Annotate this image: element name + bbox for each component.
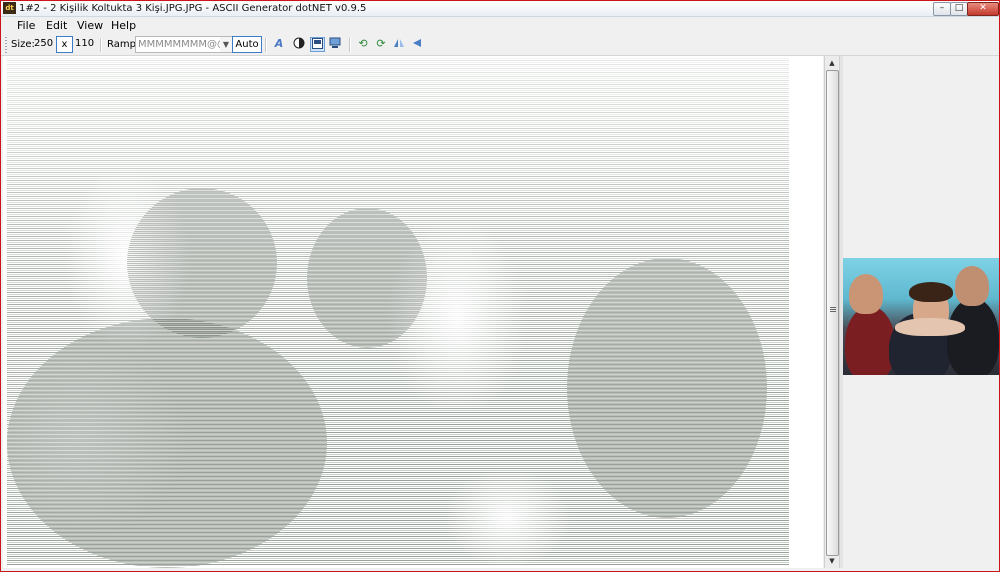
toolbar: Size: 250 x 110 Ramp: MMMMMMMM@@ ▼ Auto … — [1, 35, 999, 56]
save-image-icon[interactable] — [328, 37, 342, 51]
scrollbar-thumb[interactable] — [826, 70, 839, 556]
black-on-white-icon[interactable] — [310, 37, 325, 52]
source-photo-thumbnail — [843, 258, 999, 375]
window-title: 1#2 - 2 Kişilik Koltukta 3 Kişi.JPG.JPG … — [19, 3, 367, 14]
menu-file[interactable]: File — [17, 19, 35, 33]
ascii-art-image — [7, 58, 789, 568]
ramp-value: MMMMMMMM@@ — [138, 39, 228, 50]
maximize-button[interactable]: □ — [950, 2, 968, 16]
ascii-shade — [307, 208, 427, 348]
grip-icon — [830, 307, 836, 313]
close-button[interactable]: ✕ — [967, 2, 999, 16]
preview-panel — [843, 56, 999, 568]
photo-shape — [909, 282, 953, 302]
chevron-down-icon[interactable]: ▼ — [220, 37, 232, 52]
size-label: Size: — [11, 39, 35, 50]
width-field[interactable]: 250 — [34, 36, 54, 52]
photo-shape — [955, 266, 989, 306]
ascii-shade — [567, 258, 767, 518]
minimize-button[interactable]: – — [933, 2, 951, 16]
auto-ramp-button[interactable]: Auto — [232, 36, 262, 53]
ascii-generator-app-icon[interactable]: dt — [3, 2, 16, 14]
toolbar-grip[interactable] — [5, 37, 7, 53]
menu-view[interactable]: View — [77, 19, 103, 33]
scroll-up-icon[interactable]: ▲ — [825, 57, 839, 69]
vertical-scrollbar[interactable]: ▲ ▼ — [824, 56, 839, 568]
toolbar-separator — [349, 38, 351, 52]
menu-bar: File Edit View Help — [1, 17, 999, 35]
flip-horizontal-icon[interactable] — [392, 37, 406, 51]
ascii-shade — [7, 318, 327, 568]
toolbar-separator — [265, 38, 267, 52]
photo-shape — [947, 298, 999, 375]
size-lock-button[interactable]: x — [56, 36, 73, 53]
rotate-right-icon[interactable]: ⟳ — [374, 37, 388, 51]
ramp-combobox[interactable]: MMMMMMMM@@ ▼ — [135, 36, 233, 53]
app-window: dt 1#2 - 2 Kişilik Koltukta 3 Kişi.JPG.J… — [0, 0, 1000, 572]
height-field[interactable]: 110 — [75, 36, 95, 52]
menu-help[interactable]: Help — [111, 19, 136, 33]
flip-vertical-icon[interactable] — [410, 37, 424, 51]
scroll-down-icon[interactable]: ▼ — [825, 555, 839, 567]
photo-shape — [849, 274, 883, 314]
photo-shape — [845, 306, 895, 375]
rotate-left-icon[interactable]: ⟲ — [356, 37, 370, 51]
photo-shape — [895, 318, 965, 336]
font-icon[interactable]: A — [272, 37, 286, 51]
ascii-shade — [127, 188, 277, 338]
title-bar[interactable]: dt 1#2 - 2 Kişilik Koltukta 3 Kişi.JPG.J… — [1, 1, 999, 17]
menu-edit[interactable]: Edit — [46, 19, 67, 33]
invert-icon[interactable] — [292, 37, 306, 51]
ascii-output-area[interactable] — [3, 56, 823, 568]
toolbar-separator — [100, 38, 102, 52]
